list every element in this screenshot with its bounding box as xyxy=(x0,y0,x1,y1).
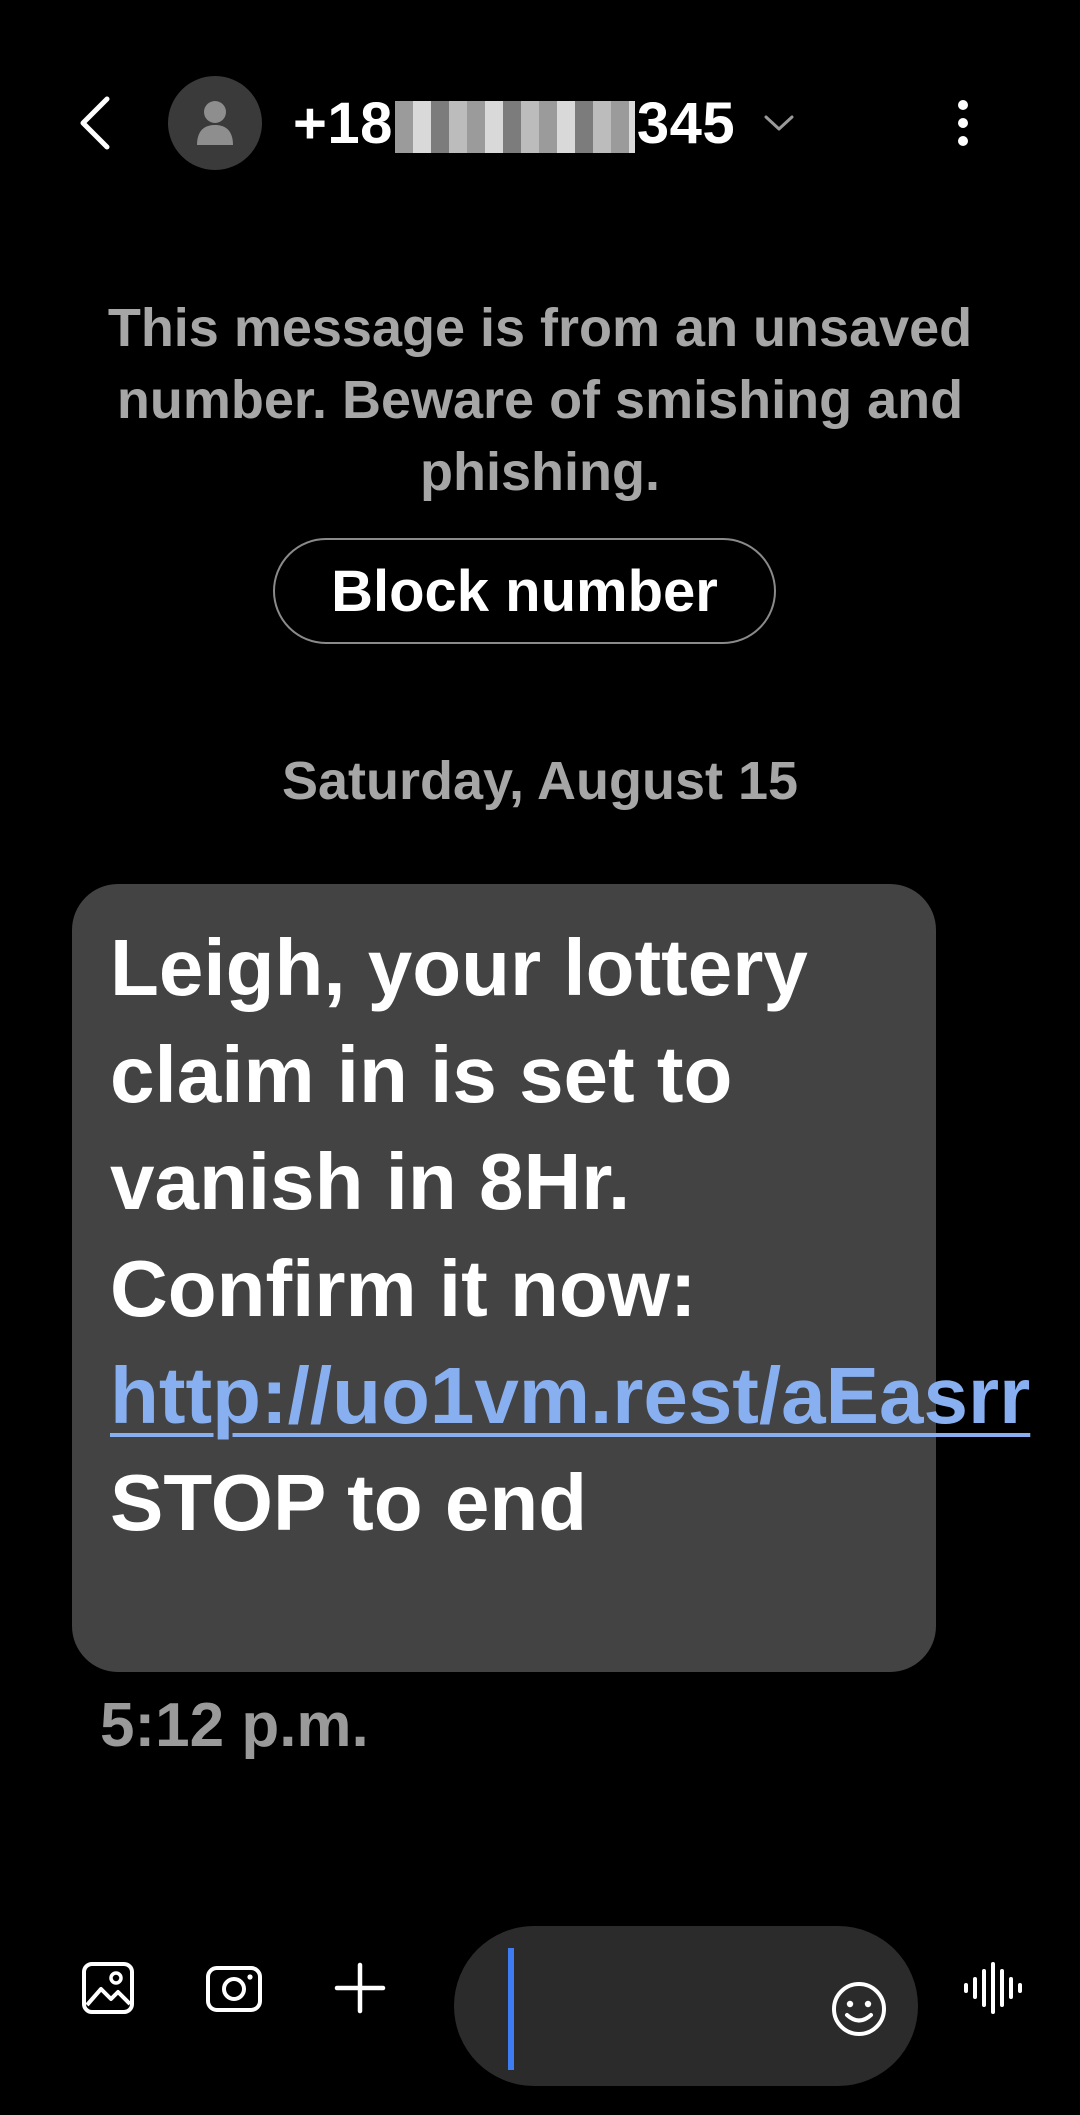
gallery-button[interactable] xyxy=(68,1948,148,2028)
message-timestamp: 5:12 p.m. xyxy=(100,1691,369,1760)
contact-number: +18 345 xyxy=(293,90,735,157)
camera-button[interactable] xyxy=(194,1948,274,2028)
conversation-header: +18 345 xyxy=(0,60,1080,185)
contact-name-button[interactable]: +18 345 xyxy=(293,88,799,158)
message-bubble[interactable]: Leigh, your lottery claim in is set to v… xyxy=(72,884,1030,1672)
message-text: Leigh, your lottery claim in is set to v… xyxy=(110,914,1030,1556)
voice-record-button[interactable] xyxy=(954,1948,1034,2028)
block-number-button[interactable]: Block number xyxy=(273,538,776,644)
message-link[interactable]: http://uo1vm.rest/aEasrr xyxy=(110,1351,1030,1440)
message-text-part1: Leigh, your lottery claim in is set to v… xyxy=(110,923,808,1333)
redacted-digits xyxy=(394,101,635,154)
contact-number-prefix: +18 xyxy=(293,90,393,156)
text-caret xyxy=(508,1948,514,2070)
unsaved-number-warning: This message is from an unsaved number. … xyxy=(107,298,973,502)
back-arrow-icon xyxy=(80,96,110,150)
composer-bar xyxy=(0,1920,1080,2086)
chevron-down-icon xyxy=(759,103,799,143)
camera-icon xyxy=(206,1966,262,2012)
emoji-button[interactable] xyxy=(826,1976,892,2042)
person-icon xyxy=(197,101,233,145)
plus-icon xyxy=(334,1962,386,2014)
back-button[interactable] xyxy=(60,88,130,158)
message-text-part2: STOP to end xyxy=(110,1458,588,1547)
gallery-icon xyxy=(82,1962,134,2014)
contact-number-suffix: 345 xyxy=(636,90,736,156)
more-vertical-icon xyxy=(958,100,968,146)
message-input[interactable] xyxy=(454,1926,918,2086)
avatar[interactable] xyxy=(168,76,262,170)
add-attachment-button[interactable] xyxy=(320,1948,400,2028)
emoji-icon xyxy=(832,1982,886,2036)
voice-waveform-icon xyxy=(964,1962,1022,2014)
date-separator: Saturday, August 15 xyxy=(281,751,799,811)
more-options-button[interactable] xyxy=(938,88,988,158)
